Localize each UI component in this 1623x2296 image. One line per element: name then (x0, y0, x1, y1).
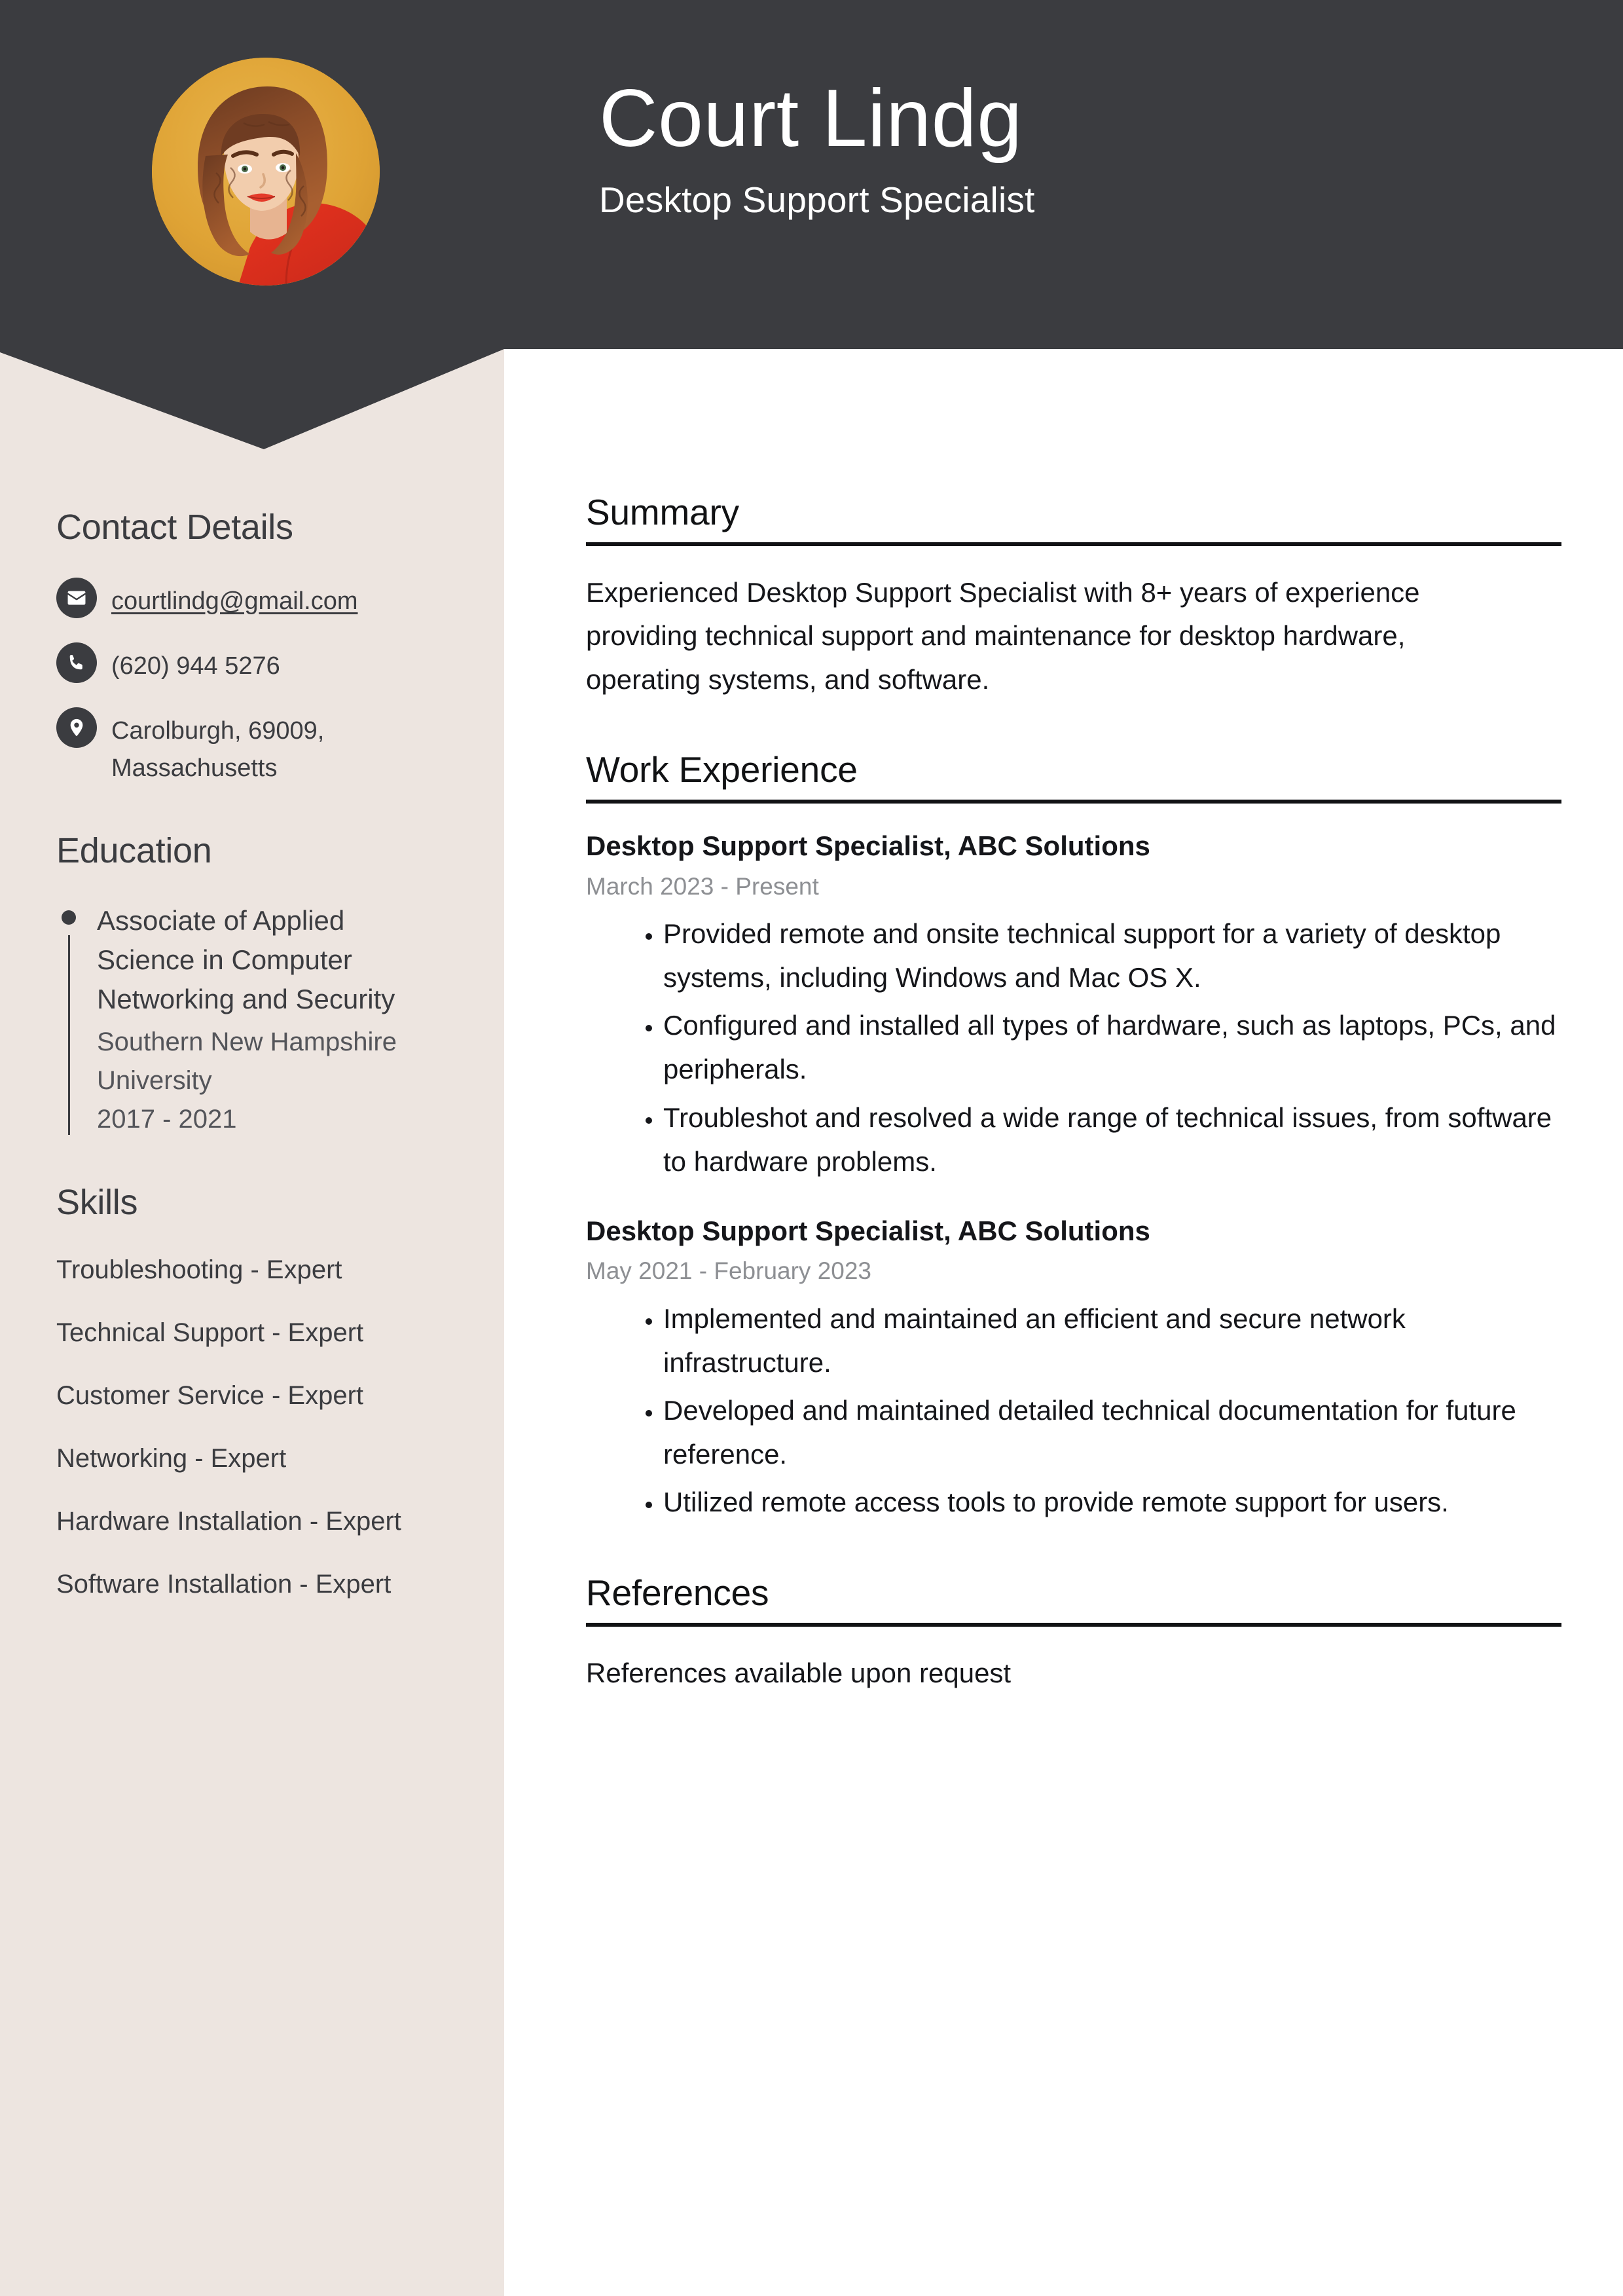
job-dates: March 2023 - Present (586, 872, 819, 900)
education-bullet-icon (62, 910, 76, 925)
skill-item: Customer Service - Expert (56, 1380, 364, 1410)
job-bullet: Implemented and maintained an efficient … (663, 1297, 1561, 1384)
references-text: References available upon request (586, 1657, 1012, 1688)
education-item: Associate of Applied Science in Computer… (56, 901, 453, 1139)
job-bullet-list: Provided remote and onsite technical sup… (586, 912, 1561, 1183)
references-heading: References (586, 1572, 769, 1613)
contact-item-email[interactable]: courtlindg@gmail.com (56, 578, 453, 620)
education-dates: 2017 - 2021 (97, 1104, 237, 1134)
job-bullet: Troubleshot and resolved a wide range of… (663, 1096, 1561, 1183)
work-experience-item: Desktop Support Specialist, ABC Solution… (586, 1213, 1561, 1525)
contact-details-heading: Contact Details (56, 508, 293, 547)
job-role: Desktop Support Specialist, ABC Solution… (586, 1215, 1150, 1246)
job-dates: May 2021 - February 2023 (586, 1257, 872, 1285)
summary-section: Summary Experienced Desktop Support Spec… (586, 491, 1561, 701)
skills-section: Skills Troubleshooting - Expert Technica… (56, 1182, 453, 1601)
skill-item: Networking - Expert (56, 1443, 287, 1473)
work-experience-item: Desktop Support Specialist, ABC Solution… (586, 828, 1561, 1183)
contact-item-location: Carolburgh, 69009, Massachusetts (56, 707, 453, 787)
education-section: Education Associate of Applied Science i… (56, 830, 453, 1139)
avatar-photo-icon (152, 58, 380, 286)
resume-header: Court Lindg Desktop Support Specialist (0, 0, 1623, 452)
work-experience-heading: Work Experience (586, 749, 858, 790)
summary-rule (586, 542, 1561, 546)
education-degree: Associate of Applied Science in Computer… (97, 905, 395, 1015)
job-role: Desktop Support Specialist, ABC Solution… (586, 830, 1150, 862)
avatar (152, 58, 380, 286)
work-experience-section: Work Experience Desktop Support Speciali… (586, 749, 1561, 1524)
job-bullet: Provided remote and onsite technical sup… (663, 912, 1561, 999)
location-pin-icon (56, 707, 97, 748)
education-heading: Education (56, 831, 212, 870)
job-bullet: Configured and installed all types of ha… (663, 1003, 1561, 1091)
job-bullet-list: Implemented and maintained an efficient … (586, 1297, 1561, 1525)
skill-item: Troubleshooting - Expert (56, 1255, 342, 1284)
header-job-title: Desktop Support Specialist (599, 179, 1035, 220)
summary-heading: Summary (586, 492, 739, 532)
contact-details-section: Contact Details courtlindg@gmail.com (62… (56, 507, 453, 787)
sidebar: Contact Details courtlindg@gmail.com (62… (0, 452, 504, 1644)
education-school: Southern New Hampshire University (97, 1028, 397, 1095)
contact-email-value[interactable]: courtlindg@gmail.com (111, 578, 358, 620)
work-experience-rule (586, 800, 1561, 804)
contact-item-phone[interactable]: (620) 944 5276 (56, 642, 453, 685)
summary-text: Experienced Desktop Support Specialist w… (586, 577, 1420, 695)
envelope-icon (56, 578, 97, 618)
references-rule (586, 1622, 1561, 1627)
skill-item: Hardware Installation - Expert (56, 1506, 401, 1536)
resume-page: Court Lindg Desktop Support Specialist C… (0, 0, 1623, 2296)
references-section: References References available upon req… (586, 1572, 1561, 1695)
contact-location-value: Carolburgh, 69009, Massachusetts (111, 717, 325, 782)
phone-icon (56, 642, 97, 683)
contact-phone-value[interactable]: (620) 944 5276 (111, 642, 280, 685)
job-bullet: Utilized remote access tools to provide … (663, 1480, 1561, 1524)
page-title: Court Lindg (599, 73, 1023, 164)
header-text-block: Court Lindg Desktop Support Specialist (599, 75, 1035, 221)
skill-item: Software Installation - Expert (56, 1569, 392, 1599)
main-column: Summary Experienced Desktop Support Spec… (586, 452, 1561, 1742)
job-bullet: Developed and maintained detailed techni… (663, 1388, 1561, 1476)
skill-item: Technical Support - Expert (56, 1318, 364, 1347)
education-timeline-line (68, 935, 70, 1135)
skills-heading: Skills (56, 1182, 138, 1222)
